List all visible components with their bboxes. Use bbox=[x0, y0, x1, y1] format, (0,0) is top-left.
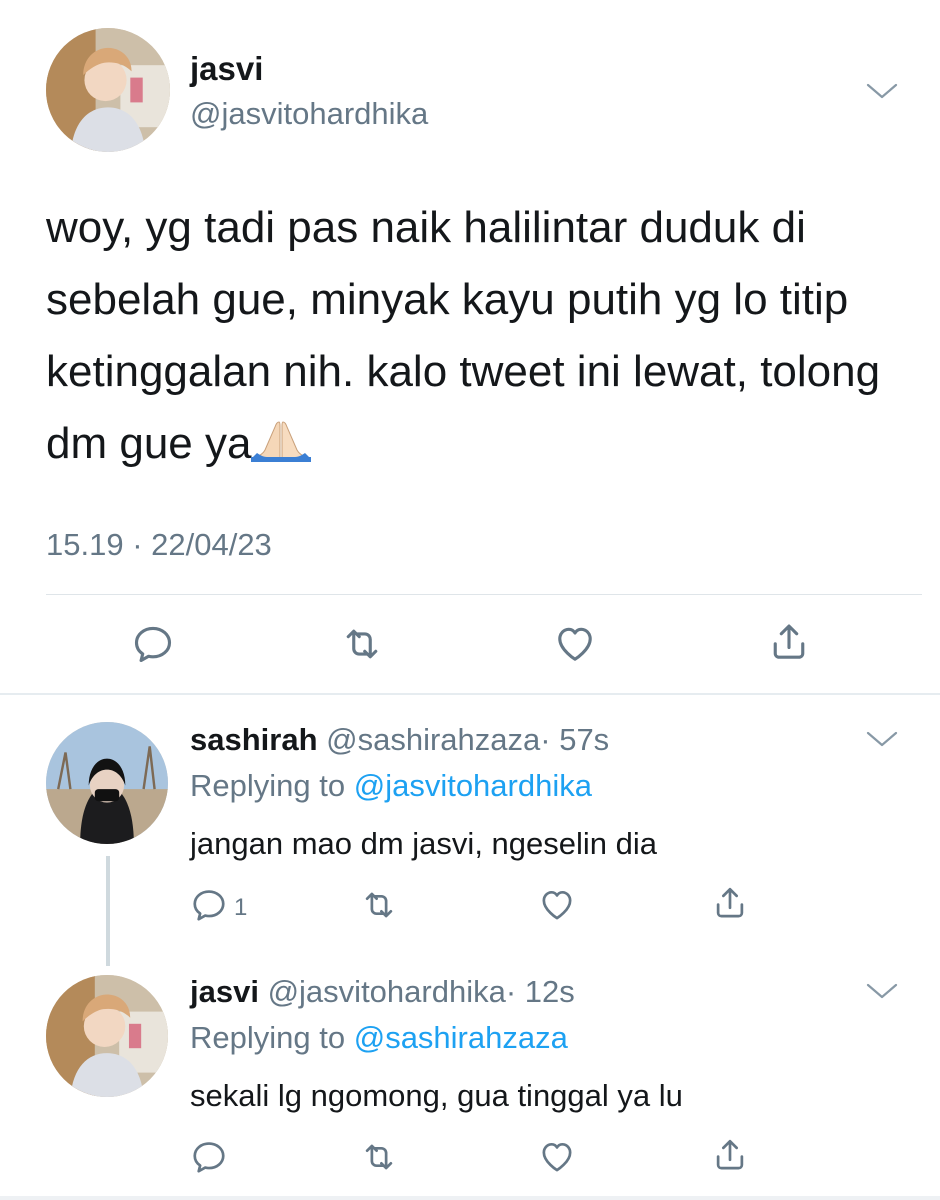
main-tweet: jasvi @jasvitohardhika woy, yg tadi pas … bbox=[0, 0, 940, 695]
replying-to: Replying to @sashirahzaza bbox=[190, 1020, 568, 1056]
reply-header: sashirah @sashirahzaza· 57s bbox=[190, 722, 609, 758]
thread-connector bbox=[106, 856, 110, 966]
reply-time: · 57s bbox=[540, 722, 610, 757]
author-handle[interactable]: @sashirahzaza bbox=[326, 722, 540, 757]
folded-hands-icon bbox=[251, 412, 312, 462]
chevron-down-icon[interactable] bbox=[865, 80, 899, 102]
chevron-down-icon[interactable] bbox=[865, 728, 899, 750]
author-name[interactable]: sashirah bbox=[190, 722, 318, 757]
chevron-down-icon[interactable] bbox=[865, 980, 899, 1002]
tweet-text: woy, yg tadi pas naik halilintar duduk d… bbox=[46, 192, 906, 480]
divider bbox=[46, 594, 922, 595]
divider bbox=[0, 1196, 940, 1200]
share-icon[interactable] bbox=[711, 884, 749, 922]
reply-icon[interactable] bbox=[131, 622, 175, 666]
replying-to-link[interactable]: @sashirahzaza bbox=[354, 1020, 568, 1055]
like-icon[interactable] bbox=[538, 886, 576, 924]
divider bbox=[0, 693, 940, 695]
retweet-icon[interactable] bbox=[340, 622, 384, 666]
reply-text: sekali lg ngomong, gua tinggal ya lu bbox=[190, 1078, 683, 1113]
author-name[interactable]: jasvi bbox=[190, 50, 263, 88]
replying-to-link[interactable]: @jasvitohardhika bbox=[354, 768, 592, 803]
avatar[interactable] bbox=[46, 722, 168, 844]
share-icon[interactable] bbox=[767, 620, 811, 664]
author-handle[interactable]: @jasvitohardhika bbox=[268, 974, 506, 1009]
author-name[interactable]: jasvi bbox=[190, 974, 259, 1009]
reply-icon[interactable] bbox=[190, 1138, 228, 1176]
tweet-text-body: woy, yg tadi pas naik halilintar duduk d… bbox=[46, 203, 881, 468]
replying-to: Replying to @jasvitohardhika bbox=[190, 768, 592, 804]
like-icon[interactable] bbox=[553, 622, 597, 666]
retweet-icon[interactable] bbox=[360, 1138, 398, 1176]
avatar-photo-icon bbox=[46, 28, 170, 152]
reply-text: jangan mao dm jasvi, ngeselin dia bbox=[190, 826, 657, 861]
share-icon[interactable] bbox=[711, 1136, 749, 1174]
avatar[interactable] bbox=[46, 975, 168, 1097]
like-icon[interactable] bbox=[538, 1138, 576, 1176]
replying-prefix: Replying to bbox=[190, 768, 354, 803]
avatar[interactable] bbox=[46, 28, 170, 152]
reply-icon[interactable] bbox=[190, 886, 228, 924]
reply-header: jasvi @jasvitohardhika· 12s bbox=[190, 974, 575, 1010]
avatar-photo-icon bbox=[46, 722, 168, 844]
retweet-icon[interactable] bbox=[360, 886, 398, 924]
reply-count: 1 bbox=[234, 894, 248, 921]
author-handle[interactable]: @jasvitohardhika bbox=[190, 96, 428, 132]
tweet-timestamp: 15.19 · 22/04/23 bbox=[46, 527, 272, 562]
reply-time: · 12s bbox=[505, 974, 575, 1009]
avatar-photo-icon bbox=[46, 975, 168, 1097]
replying-prefix: Replying to bbox=[190, 1020, 354, 1055]
